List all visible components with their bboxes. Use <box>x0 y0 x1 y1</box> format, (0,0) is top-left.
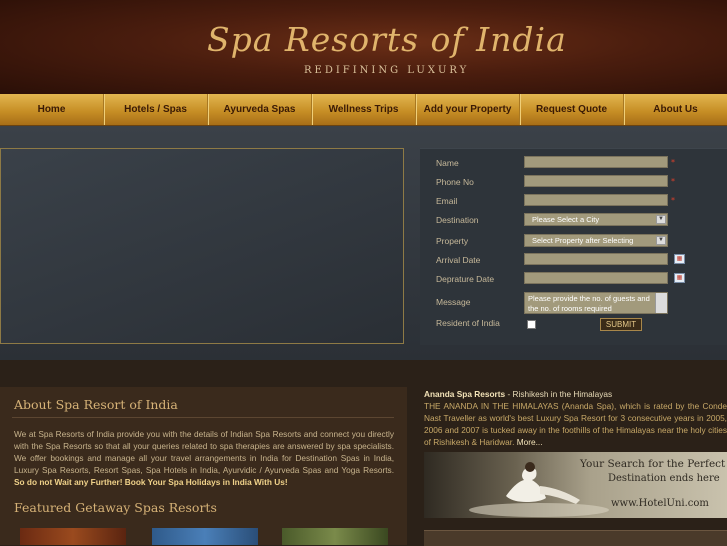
submit-button[interactable]: SUBMIT <box>600 318 642 331</box>
email-field[interactable] <box>524 194 668 206</box>
banner-line-1: Your Search for the Perfect <box>580 458 726 470</box>
calendar-icon[interactable]: ▦ <box>674 254 685 264</box>
property-label: Property <box>436 236 469 246</box>
email-label: Email <box>436 196 458 206</box>
featured-thumbnail-3[interactable] <box>282 528 388 545</box>
site-tagline: REDIFINING LUXURY <box>304 65 470 76</box>
nav-hotels-spas[interactable]: Hotels / Spas <box>104 94 208 125</box>
departure-date-label: Deprature Date <box>436 274 495 284</box>
arrival-date-label: Arrival Date <box>436 255 481 265</box>
ananda-location: - Rishikesh in the Himalayas <box>505 389 613 399</box>
about-body: We at Spa Resorts of India provide you w… <box>14 429 394 475</box>
hero-image-panel <box>0 148 404 344</box>
chevron-down-icon[interactable]: ▼ <box>656 215 666 224</box>
chevron-down-icon[interactable]: ▼ <box>656 236 666 245</box>
nav-home[interactable]: Home <box>0 94 104 125</box>
nav-add-property[interactable]: Add your Property <box>416 94 520 125</box>
banner-url: www.HotelUni.com <box>611 498 709 509</box>
departure-date-field[interactable] <box>524 272 668 284</box>
ananda-feature: Ananda Spa Resorts - Rishikesh in the Hi… <box>424 388 727 448</box>
main-nav: Home Hotels / Spas Ayurveda Spas Wellnes… <box>0 94 727 126</box>
destination-label: Destination <box>436 215 479 225</box>
property-select-value: Select Property after Selecting <box>532 236 634 245</box>
name-required-mark: * <box>671 158 675 167</box>
phone-label: Phone No <box>436 177 474 187</box>
message-label: Message <box>436 297 471 307</box>
ananda-more-link[interactable]: More... <box>517 437 543 447</box>
property-select[interactable]: Select Property after Selecting ▼ <box>524 234 668 247</box>
featured-thumbnail-1[interactable] <box>20 528 126 545</box>
resident-label: Resident of India <box>436 318 500 328</box>
site-logo-title[interactable]: Spa Resorts of India <box>207 20 567 59</box>
nav-ayurveda-spas[interactable]: Ayurveda Spas <box>208 94 312 125</box>
ananda-description: THE ANANDA IN THE HIMALAYAS (Ananda Spa)… <box>424 401 727 447</box>
phone-field[interactable] <box>524 175 668 187</box>
message-textarea-value: Please provide the no. of guests and the… <box>528 294 650 313</box>
enquiry-form: Name * Phone No * Email * Destination Pl… <box>420 148 727 345</box>
arrival-date-field[interactable] <box>524 253 668 265</box>
about-section: About Spa Resort of India We at Spa Reso… <box>0 387 407 545</box>
featured-heading: Featured Getaway Spas Resorts <box>14 500 217 515</box>
name-label: Name <box>436 158 459 168</box>
destination-select[interactable]: Please Select a City ▼ <box>524 213 668 226</box>
about-divider <box>12 417 394 418</box>
ananda-title-link[interactable]: Ananda Spa Resorts <box>424 389 505 399</box>
featured-thumbnail-2[interactable] <box>152 528 258 545</box>
nav-wellness-trips[interactable]: Wellness Trips <box>312 94 416 125</box>
site-header: Spa Resorts of India REDIFINING LUXURY <box>0 0 727 94</box>
hoteluni-banner[interactable]: Your Search for the Perfect Destination … <box>424 452 727 518</box>
right-lower-box <box>424 530 727 546</box>
banner-line-2: Destination ends here <box>608 473 720 484</box>
textarea-scrollbar[interactable] <box>655 293 667 313</box>
message-textarea[interactable]: Please provide the no. of guests and the… <box>524 292 668 314</box>
destination-select-value: Please Select a City <box>532 215 600 224</box>
resident-checkbox[interactable] <box>527 320 536 329</box>
phone-required-mark: * <box>671 177 675 186</box>
email-required-mark: * <box>671 196 675 205</box>
nav-request-quote[interactable]: Request Quote <box>520 94 624 125</box>
about-text: We at Spa Resorts of India provide you w… <box>14 428 394 488</box>
about-heading: About Spa Resort of India <box>14 397 178 412</box>
nav-about-us[interactable]: About Us <box>624 94 727 125</box>
calendar-icon[interactable]: ▦ <box>674 273 685 283</box>
name-field[interactable] <box>524 156 668 168</box>
about-highlight[interactable]: So do not Wait any Further! Book Your Sp… <box>14 477 288 487</box>
